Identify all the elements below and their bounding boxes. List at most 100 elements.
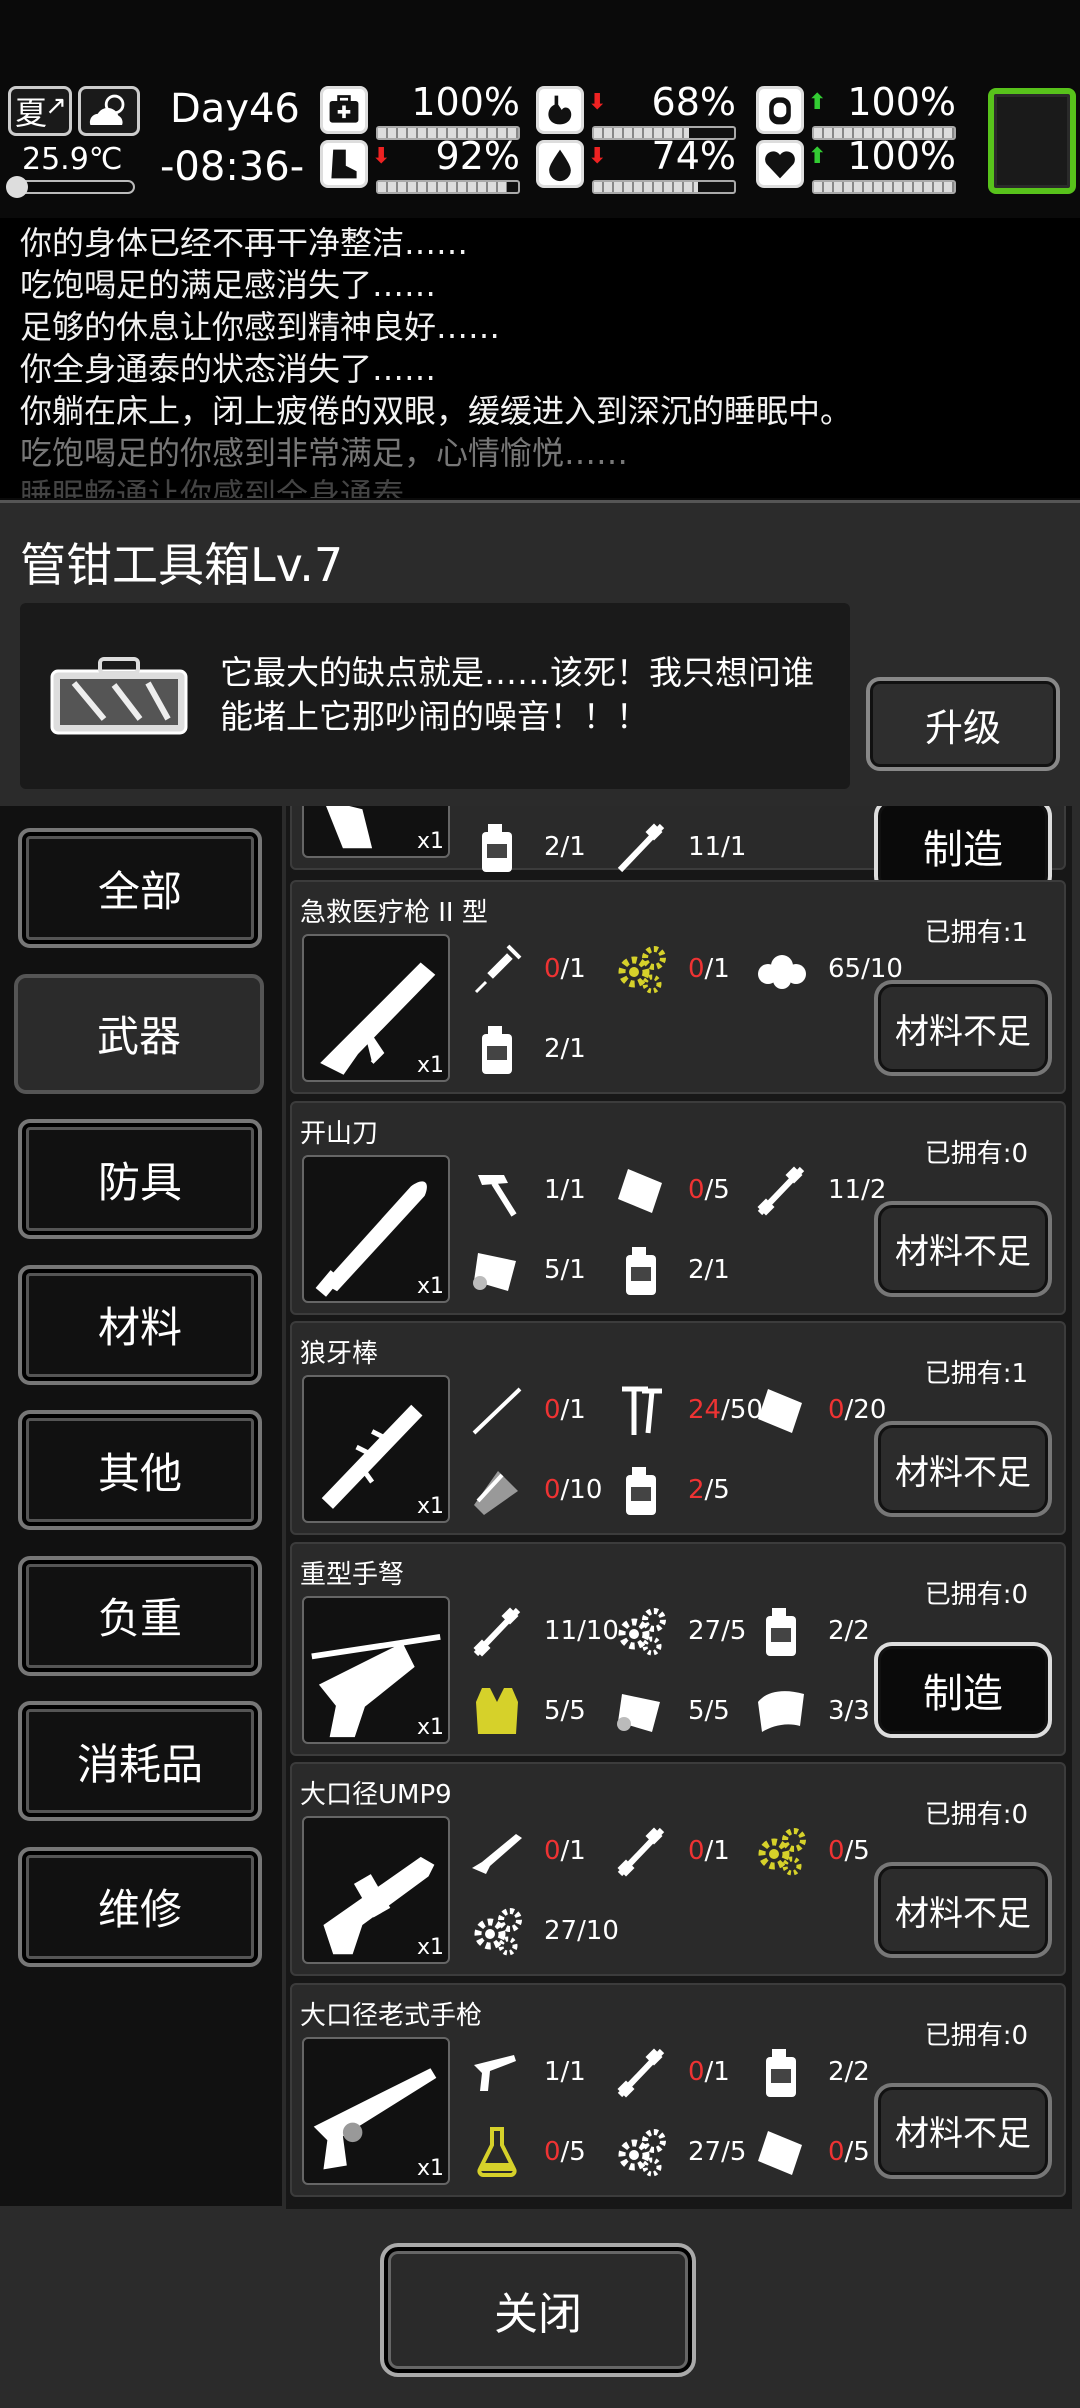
material-count: 0/10 — [544, 1475, 603, 1505]
owned-count: 已拥有:0 — [924, 1579, 1028, 1610]
quantity-label: x1 — [416, 1053, 444, 1078]
tab-4[interactable]: 其他 — [18, 1410, 262, 1530]
owned-count: 已拥有:0 — [924, 1800, 1028, 1830]
material-count: 5/5 — [544, 1695, 586, 1726]
recipe-name: 狼牙棒 — [300, 1339, 379, 1369]
recipe-thumbnail: x1 — [302, 1816, 450, 1964]
recipe-thumbnail: x1 — [302, 934, 450, 1082]
material-slot: 2/2 — [752, 2043, 928, 2103]
panel-title: 管钳工具箱Lv.7 — [20, 538, 344, 592]
owned-count: 已拥有:0 — [924, 2020, 1028, 2051]
tab-7[interactable]: 维修 — [18, 1846, 262, 1967]
tab-6[interactable]: 消耗品 — [18, 1701, 262, 1821]
material-count: 0/1 — [544, 954, 586, 984]
material-count: 0/1 — [544, 1836, 586, 1866]
log-line: 你躺在床上，闭上疲倦的双眼，缓缓进入到深沉的睡眠中。 — [20, 392, 853, 430]
stat-mood: ⬆ 100% — [756, 134, 962, 196]
stat-value: 100% — [847, 134, 956, 178]
log-line: 你全身通泰的状态消失了…… — [20, 350, 437, 388]
category-tabs: 全部武器防具材料其他负重消耗品维修 — [0, 806, 282, 2206]
log-line: 你的身体已经不再干净整洁…… — [20, 224, 469, 262]
status-bar: 夏 ↗ 25.9℃ Day46 -08:36- 100% ⬇ 68% ⬆ 100% ⬇ 92… — [0, 0, 1080, 210]
close-button[interactable]: 关闭 — [380, 2243, 696, 2377]
material-count: 11/1 — [688, 832, 747, 862]
material-count: 0/5 — [828, 1836, 870, 1866]
trend-arrow-icon: ⬇ — [588, 90, 607, 115]
material-count: 0/1 — [688, 2056, 730, 2087]
material-count: 3/3 — [828, 1695, 870, 1726]
material-slot: 27/10 — [468, 1902, 644, 1962]
material-slot: 0/5 — [752, 2123, 928, 2183]
season-indicator: 夏 ↗ — [8, 86, 72, 136]
material-count: 1/1 — [544, 2056, 586, 2087]
material-count: 5/1 — [544, 1254, 586, 1285]
log-line: 吃饱喝足的满足感消失了…… — [20, 266, 437, 304]
tab-1[interactable]: 武器 — [14, 973, 264, 1094]
quantity-label: x1 — [416, 2155, 444, 2181]
material-slot: 2/1 — [612, 1241, 788, 1301]
tab-5[interactable]: 负重 — [18, 1555, 262, 1676]
material-count: 11/2 — [828, 1174, 887, 1205]
material-slot: 65/10 — [752, 940, 928, 1000]
material-count: 27/10 — [544, 1916, 619, 1946]
upgrade-button[interactable]: 升级 — [866, 677, 1060, 771]
heart-icon — [756, 140, 804, 188]
material-slot: 11/1 — [612, 818, 788, 878]
material-count: 2/1 — [544, 1034, 586, 1064]
recipe-card: 狼牙棒 x1 已拥有:1 材料不足 0/1 24/50 0/20 0/10 2/5 — [290, 1321, 1066, 1535]
recipe-card: 开山刀 x1 已拥有:0 材料不足 1/1 0/5 11/2 5/1 2/1 — [290, 1100, 1066, 1315]
temperature-bar — [6, 176, 135, 198]
temperature-readout: 25.9℃ — [22, 142, 123, 177]
material-slot: 0/20 — [752, 1381, 928, 1441]
material-slot: 2/5 — [612, 1461, 788, 1521]
material-slot: 11/2 — [752, 1161, 928, 1221]
trend-arrow-icon: ⬆ — [808, 90, 827, 115]
water-drop-icon — [536, 140, 584, 188]
recipe-thumbnail: x1 — [302, 1595, 450, 1744]
recipe-name: 重型手弩 — [300, 1559, 405, 1590]
soap-icon — [756, 86, 804, 134]
tab-0[interactable]: 全部 — [18, 828, 262, 948]
material-slot: 3/3 — [752, 1682, 928, 1742]
quantity-label: x1 — [416, 1273, 444, 1299]
quick-slot[interactable] — [988, 88, 1076, 194]
trend-arrow-icon: ⬇ — [588, 144, 607, 169]
material-count: 2/5 — [688, 1475, 730, 1505]
crafting-panel: 管钳工具箱Lv.7 它最大的缺点就是……该死！我只想问谁能堵上它那吵闹的噪音！！… — [0, 500, 1080, 2408]
owned-count: 已拥有:1 — [924, 1359, 1028, 1389]
recipe-thumbnail: x1 — [302, 806, 450, 858]
recipe-card: x1 2/1 11/1 制造 — [290, 806, 1066, 894]
recipe-name: 急救医疗枪 II 型 — [300, 898, 488, 928]
quantity-label: x1 — [416, 829, 444, 854]
message-log[interactable]: 你的身体已经不再干净整洁…… 吃饱喝足的满足感消失了…… 足够的休息让你感到精神良好… — [0, 218, 1080, 498]
recipe-thumbnail: x1 — [302, 1154, 450, 1303]
medkit-icon — [320, 86, 368, 134]
stat-value: 68% — [651, 80, 736, 124]
log-line: 睡眠畅通让你感到全身通泰 — [20, 476, 405, 498]
material-count: 11/10 — [544, 1615, 619, 1646]
stomach-icon — [536, 86, 584, 134]
material-count: 27/5 — [688, 2136, 747, 2167]
owned-count: 已拥有:0 — [924, 1138, 1028, 1169]
clock: -08:36- — [160, 144, 305, 190]
day-counter: Day46 — [170, 86, 300, 132]
pipe-icon — [617, 823, 665, 873]
material-count: 27/5 — [688, 1615, 747, 1646]
material-count: 0/20 — [828, 1395, 887, 1425]
recipe-card: 大口径老式手枪 x1 已拥有:0 材料不足 1/1 0/1 2/2 0/5 27/5 0/5 — [290, 1982, 1066, 2197]
quantity-label: x1 — [416, 1935, 444, 1960]
fuel-can-icon — [482, 824, 512, 872]
stat-bar — [592, 180, 736, 194]
stat-value: 100% — [847, 80, 956, 124]
tab-2[interactable]: 防具 — [18, 1119, 262, 1239]
recipe-list[interactable]: x1 2/1 11/1 制造 急救医疗枪 II 型 x1 已拥有:1 材料不足 0/1 0… — [286, 806, 1072, 2209]
recipe-card: 大口径UMP9 x1 已拥有:0 材料不足 0/1 0/1 0/5 27/10 — [290, 1762, 1066, 1976]
material-count: 2/1 — [544, 832, 586, 862]
recipe-card: 急救医疗枪 II 型 x1 已拥有:1 材料不足 0/1 0/1 65/10 2/1 — [290, 880, 1066, 1094]
material-count: 5/5 — [688, 1695, 730, 1726]
stat-thirst: ⬇ 74% — [536, 134, 742, 196]
material-slot: 2/1 — [468, 1020, 644, 1080]
tab-3[interactable]: 材料 — [18, 1264, 262, 1385]
material-count: 2/2 — [828, 1615, 870, 1646]
material-count: 0/5 — [828, 2136, 870, 2167]
